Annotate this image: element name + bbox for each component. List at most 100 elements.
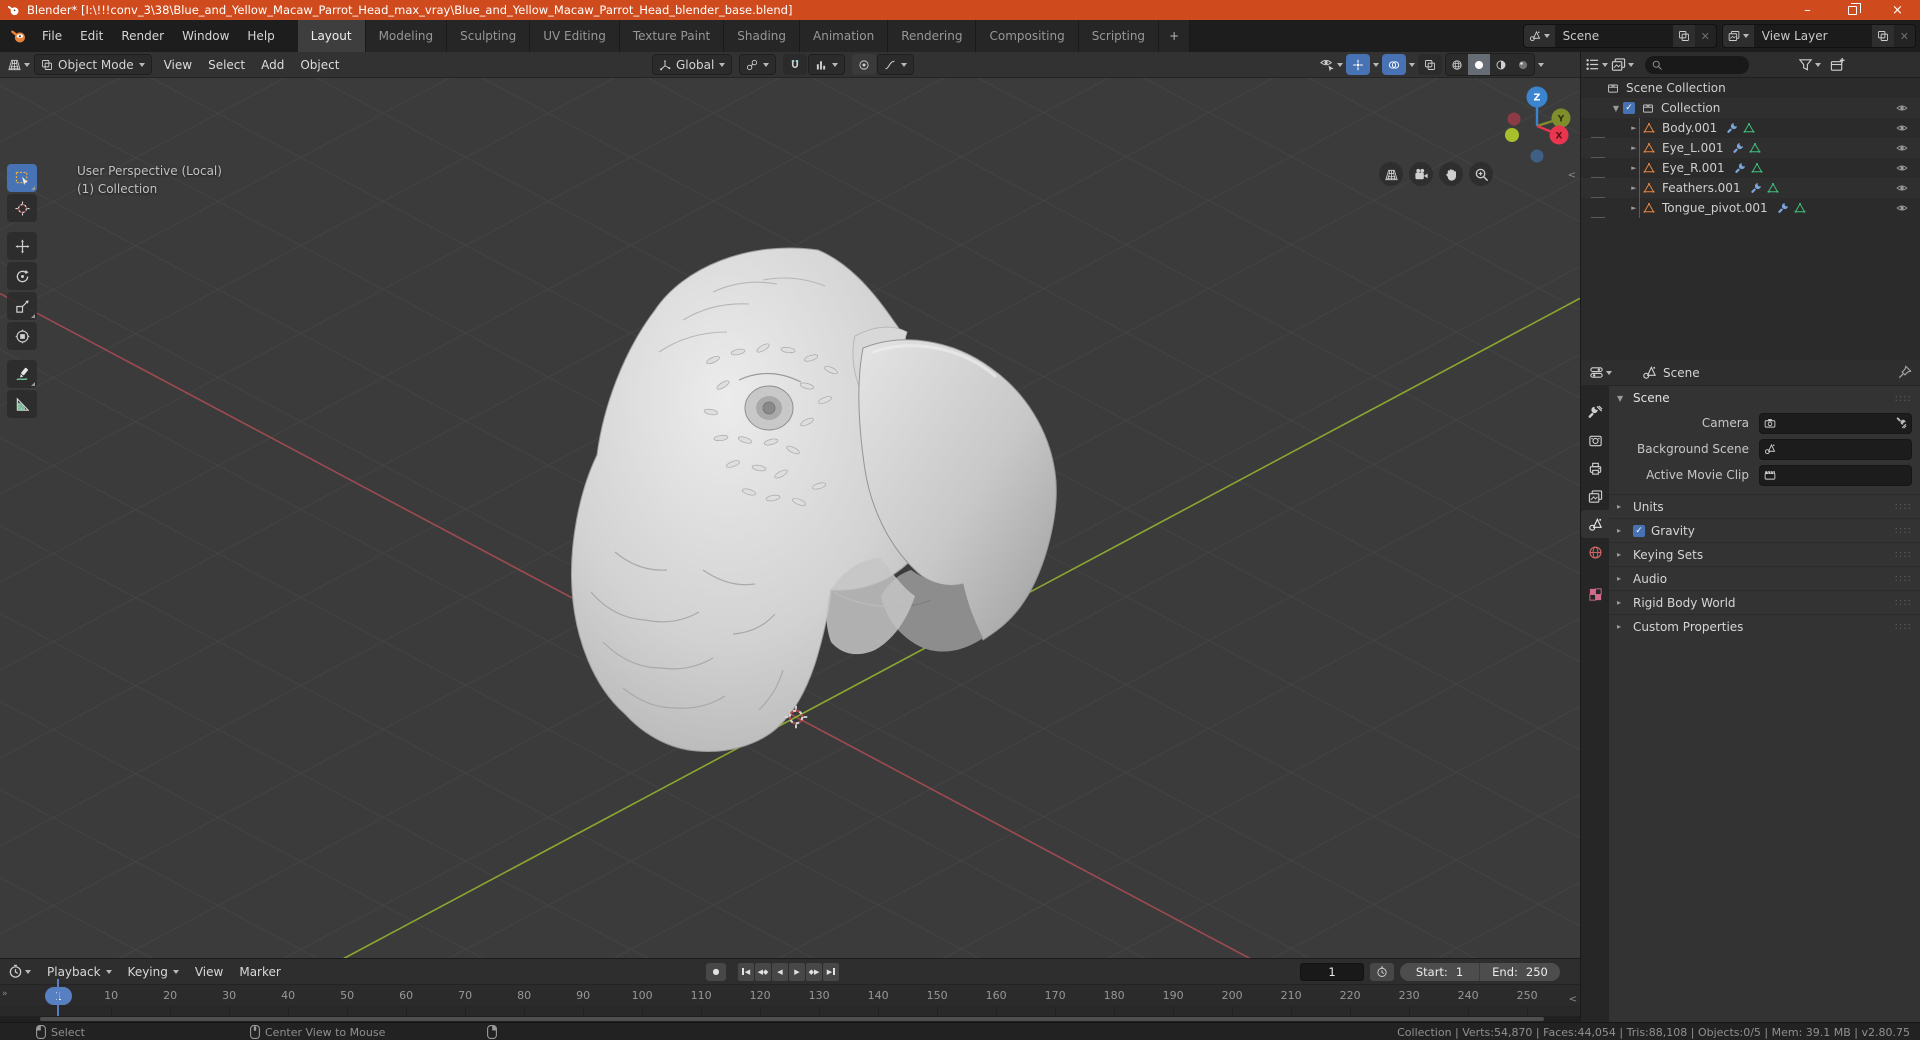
play-reverse-button[interactable]: ◀ <box>772 962 788 981</box>
view-layer-selector[interactable]: View Layer ✕ <box>1721 24 1916 48</box>
viewport-menu-add[interactable]: Add <box>253 58 292 72</box>
proportional-editing-toggle[interactable] <box>852 54 877 75</box>
visibility-dropdown[interactable] <box>1320 57 1343 72</box>
prev-keyframe-button[interactable]: ◀◆ <box>755 962 771 981</box>
menu-help[interactable]: Help <box>238 29 283 43</box>
collection-label[interactable]: Collection <box>1661 101 1720 115</box>
eye-icon[interactable] <box>1896 102 1908 114</box>
collection-checkbox[interactable]: ✓ <box>1623 102 1635 114</box>
scene-panel-header[interactable]: ▼ Scene :::: <box>1609 386 1920 410</box>
shading-rendered-button[interactable] <box>1512 54 1534 75</box>
close-button[interactable]: × <box>1875 0 1920 20</box>
jump-to-start-button[interactable]: ◀ <box>738 962 754 981</box>
panel-grip[interactable]: :::: <box>1895 597 1912 608</box>
navigation-gizmo[interactable]: Z Y X <box>1491 80 1580 172</box>
snap-target-dropdown[interactable] <box>808 54 846 75</box>
menu-edit[interactable]: Edit <box>71 29 112 43</box>
workspace-tab-rendering[interactable]: Rendering <box>888 20 977 52</box>
workspace-tab-shading[interactable]: Shading <box>724 20 800 52</box>
object-name[interactable]: Feathers.001 <box>1662 181 1741 195</box>
workspace-tab-animation[interactable]: Animation <box>800 20 889 52</box>
gizmo-dropdown[interactable] <box>1373 62 1379 67</box>
timeline-scrollbar[interactable] <box>0 1016 1580 1022</box>
tool-select-box[interactable] <box>7 164 37 192</box>
timeline-menu-view[interactable]: View <box>195 965 223 979</box>
timeline-menu-playback[interactable]: Playback <box>47 965 112 979</box>
timeline-menu-keying[interactable]: Keying <box>128 965 179 979</box>
panel-grip[interactable]: :::: <box>1895 549 1912 560</box>
panel-grip[interactable]: :::: <box>1895 621 1912 632</box>
camera-field[interactable] <box>1759 412 1912 434</box>
workspace-tab-modeling[interactable]: Modeling <box>366 20 448 52</box>
pan-view-button[interactable] <box>1439 162 1463 186</box>
next-keyframe-button[interactable]: ◆▶ <box>806 962 822 981</box>
outliner-display-mode-dropdown[interactable] <box>1585 57 1608 72</box>
panel-rigid-body-world[interactable]: ▸ Rigid Body World :::: <box>1609 590 1920 614</box>
camera-view-button[interactable] <box>1409 162 1433 186</box>
workspace-tab-layout[interactable]: Layout <box>297 20 366 52</box>
tool-move[interactable] <box>7 232 37 260</box>
unlink-scene-button[interactable]: ✕ <box>1694 25 1716 47</box>
object-name[interactable]: Tongue_pivot.001 <box>1662 201 1768 215</box>
timeline-scrollbar-thumb[interactable] <box>40 1017 1544 1021</box>
workspace-tab-scripting[interactable]: Scripting <box>1079 20 1160 52</box>
tab-scene[interactable] <box>1581 510 1609 538</box>
shading-material-button[interactable] <box>1490 54 1512 75</box>
expand-arrow-icon[interactable]: ► <box>1629 164 1639 172</box>
scene-collection-label[interactable]: Scene Collection <box>1626 81 1726 95</box>
tab-output[interactable] <box>1581 454 1609 482</box>
tool-measure[interactable] <box>7 390 37 418</box>
tab-view-layer[interactable] <box>1581 482 1609 510</box>
minimize-button[interactable]: – <box>1785 0 1830 20</box>
timeline-corner-toggle[interactable]: < <box>1569 994 1577 1005</box>
tab-world[interactable] <box>1581 538 1609 566</box>
background-scene-field[interactable] <box>1759 438 1912 460</box>
show-overlays-toggle[interactable] <box>1382 54 1406 75</box>
eye-icon[interactable] <box>1896 122 1908 134</box>
viewport-menu-view[interactable]: View <box>156 58 200 72</box>
outliner-row-tongue_pivot-001[interactable]: ► Tongue_pivot.001 <box>1581 198 1920 218</box>
tool-rotate[interactable] <box>7 262 37 290</box>
expand-arrow-icon[interactable]: ► <box>1629 144 1639 152</box>
new-collection-button[interactable] <box>1830 57 1845 72</box>
view-layer-name[interactable]: View Layer <box>1753 25 1872 47</box>
record-button[interactable]: ● <box>706 962 726 981</box>
eye-icon[interactable] <box>1896 182 1908 194</box>
maximize-button[interactable] <box>1830 0 1875 20</box>
show-gizmo-toggle[interactable] <box>1346 54 1370 75</box>
shading-solid-button[interactable] <box>1468 54 1490 75</box>
sidebar-toggle[interactable]: < <box>1568 170 1576 181</box>
outliner-search[interactable] <box>1645 55 1749 74</box>
jump-to-end-button[interactable]: ▶ <box>823 962 839 981</box>
panel-grip[interactable]: :::: <box>1895 501 1912 512</box>
panel-custom-properties[interactable]: ▸ Custom Properties :::: <box>1609 614 1920 638</box>
outliner-row-eye_l-001[interactable]: ► Eye_L.001 <box>1581 138 1920 158</box>
panel-units[interactable]: ▸ Units :::: <box>1609 494 1920 518</box>
outliner-row-collection[interactable]: ▼ ✓ Collection <box>1581 98 1920 118</box>
viewport-menu-object[interactable]: Object <box>292 58 347 72</box>
panel-grip[interactable]: :::: <box>1895 393 1912 404</box>
outliner-row-body-001[interactable]: ► Body.001 <box>1581 118 1920 138</box>
panel-grip[interactable]: :::: <box>1895 525 1912 536</box>
current-frame-field[interactable]: 1 <box>1300 962 1364 981</box>
timeline-ruler[interactable]: 1 < 102030405060708090100110120130140150… <box>0 985 1580 1007</box>
viewport-3d[interactable]: User Perspective (Local) (1) Collection <box>0 78 1580 958</box>
new-scene-button[interactable] <box>1672 25 1695 47</box>
eyedropper-icon[interactable] <box>1895 417 1907 429</box>
object-name[interactable]: Eye_R.001 <box>1662 161 1725 175</box>
parrot-head-model[interactable] <box>563 240 1078 760</box>
timeline-menu-marker[interactable]: Marker <box>239 965 280 979</box>
properties-editor-type-dropdown[interactable] <box>1589 365 1612 380</box>
outliner-row-scene-collection[interactable]: Scene Collection <box>1581 78 1920 98</box>
panel-keying-sets[interactable]: ▸ Keying Sets :::: <box>1609 542 1920 566</box>
perspective-toggle-button[interactable] <box>1379 162 1403 186</box>
editor-type-dropdown[interactable] <box>7 57 30 72</box>
eye-icon[interactable] <box>1896 202 1908 214</box>
expand-arrow-icon[interactable]: ► <box>1629 204 1639 212</box>
remove-view-layer-button[interactable]: ✕ <box>1893 25 1915 47</box>
timeline-editor-type-dropdown[interactable] <box>8 964 31 979</box>
object-name[interactable]: Body.001 <box>1662 121 1717 135</box>
panel-grip[interactable]: :::: <box>1895 573 1912 584</box>
eye-icon[interactable] <box>1896 142 1908 154</box>
xray-toggle[interactable] <box>1418 54 1442 75</box>
